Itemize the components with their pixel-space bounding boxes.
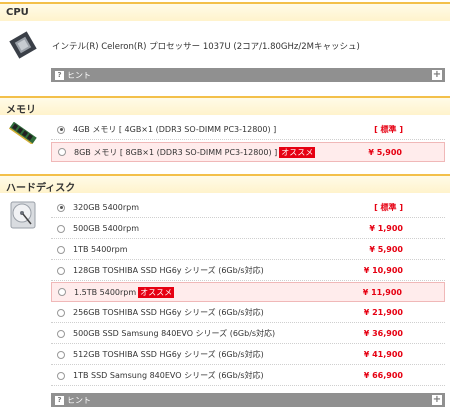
hdd-option-row[interactable]: 512GB TOSHIBA SSD HG6y シリーズ (6Gb/s対応) ¥ …	[51, 345, 445, 365]
option-price: ¥ 5,900	[369, 245, 403, 254]
option-price: ¥ 21,900	[363, 308, 403, 317]
option-price: ¥ 66,900	[363, 371, 403, 380]
option-label: 1TB SSD Samsung 840EVO シリーズ (6Gb/s対応)	[73, 371, 264, 380]
expand-plus-icon: +	[432, 69, 442, 80]
cpu-chip-icon	[9, 31, 37, 59]
option-price: ¥ 1,900	[369, 224, 403, 233]
hint-label: ヒント	[67, 395, 91, 405]
hdd-radio[interactable]	[57, 224, 65, 233]
hdd-option-row[interactable]: 500GB 5400rpm ¥ 1,900	[51, 219, 445, 239]
recommend-badge: オススメ	[138, 286, 175, 298]
memory-option-row[interactable]: 8GB メモリ [ 8GB×1 (DDR3 SO-DIMM PC3-12800)…	[51, 142, 445, 162]
hdd-radio[interactable]	[57, 371, 65, 380]
hdd-option-row[interactable]: 1.5TB 5400rpm オススメ ¥ 11,900	[51, 282, 445, 302]
option-label: 500GB SSD Samsung 840EVO シリーズ (6Gb/s対応)	[73, 329, 276, 338]
option-price: [ 標準 ]	[374, 125, 403, 134]
hdd-radio[interactable]	[57, 350, 65, 359]
hdd-radio[interactable]	[58, 288, 66, 296]
hdd-radio[interactable]	[57, 329, 65, 338]
hint-label: ヒント	[67, 70, 91, 80]
option-price: ¥ 36,900	[363, 329, 403, 338]
hdd-option-row[interactable]: 1TB 5400rpm ¥ 5,900	[51, 240, 445, 260]
hdd-option-row[interactable]: 320GB 5400rpm [ 標準 ]	[51, 198, 445, 218]
cpu-section-heading: CPU	[0, 2, 450, 21]
option-label: 128GB TOSHIBA SSD HG6y シリーズ (6Gb/s対応)	[73, 266, 264, 275]
cpu-description: インテル(R) Celeron(R) プロセッサー 1037U (2コア/1.8…	[52, 42, 360, 52]
hdd-radio[interactable]	[57, 203, 65, 212]
option-price: ¥ 11,900	[362, 287, 402, 297]
memory-option-row[interactable]: 4GB メモリ [ 4GB×1 (DDR3 SO-DIMM PC3-12800)…	[51, 120, 445, 140]
option-price: ¥ 5,900	[368, 147, 402, 157]
option-price: ¥ 10,900	[363, 266, 403, 275]
hdd-radio[interactable]	[57, 245, 65, 254]
hdd-radio[interactable]	[57, 266, 65, 275]
expand-plus-icon: +	[432, 394, 442, 405]
option-price: ¥ 41,900	[363, 350, 403, 359]
help-icon: ?	[55, 395, 64, 405]
hdd-option-row[interactable]: 1TB SSD Samsung 840EVO シリーズ (6Gb/s対応) ¥ …	[51, 366, 445, 386]
memory-section-heading: メモリ	[0, 96, 450, 116]
option-price: [ 標準 ]	[374, 203, 403, 212]
memory-radio-4gb[interactable]	[57, 125, 65, 134]
hdd-radio[interactable]	[57, 308, 65, 317]
hdd-option-row[interactable]: 128GB TOSHIBA SSD HG6y シリーズ (6Gb/s対応) ¥ …	[51, 261, 445, 281]
memory-module-icon	[8, 122, 37, 144]
option-label: 4GB メモリ [ 4GB×1 (DDR3 SO-DIMM PC3-12800)…	[73, 125, 277, 134]
memory-radio-8gb[interactable]	[58, 148, 66, 156]
hdd-hint-toggle[interactable]: ? ヒント +	[51, 393, 445, 407]
option-label: 1.5TB 5400rpm	[74, 287, 137, 297]
recommend-badge: オススメ	[279, 146, 316, 158]
hdd-option-row[interactable]: 500GB SSD Samsung 840EVO シリーズ (6Gb/s対応) …	[51, 324, 445, 344]
cpu-hint-toggle[interactable]: ? ヒント +	[51, 68, 445, 82]
option-label: 8GB メモリ [ 8GB×1 (DDR3 SO-DIMM PC3-12800)…	[74, 147, 278, 157]
option-label: 500GB 5400rpm	[73, 224, 140, 233]
hdd-section-heading: ハードディスク	[0, 174, 450, 194]
option-label: 1TB 5400rpm	[73, 245, 128, 254]
hard-disk-icon	[10, 201, 36, 229]
hdd-option-row[interactable]: 256GB TOSHIBA SSD HG6y シリーズ (6Gb/s対応) ¥ …	[51, 303, 445, 323]
help-icon: ?	[55, 70, 64, 80]
option-label: 256GB TOSHIBA SSD HG6y シリーズ (6Gb/s対応)	[73, 308, 264, 317]
option-label: 512GB TOSHIBA SSD HG6y シリーズ (6Gb/s対応)	[73, 350, 264, 359]
option-label: 320GB 5400rpm	[73, 203, 140, 212]
